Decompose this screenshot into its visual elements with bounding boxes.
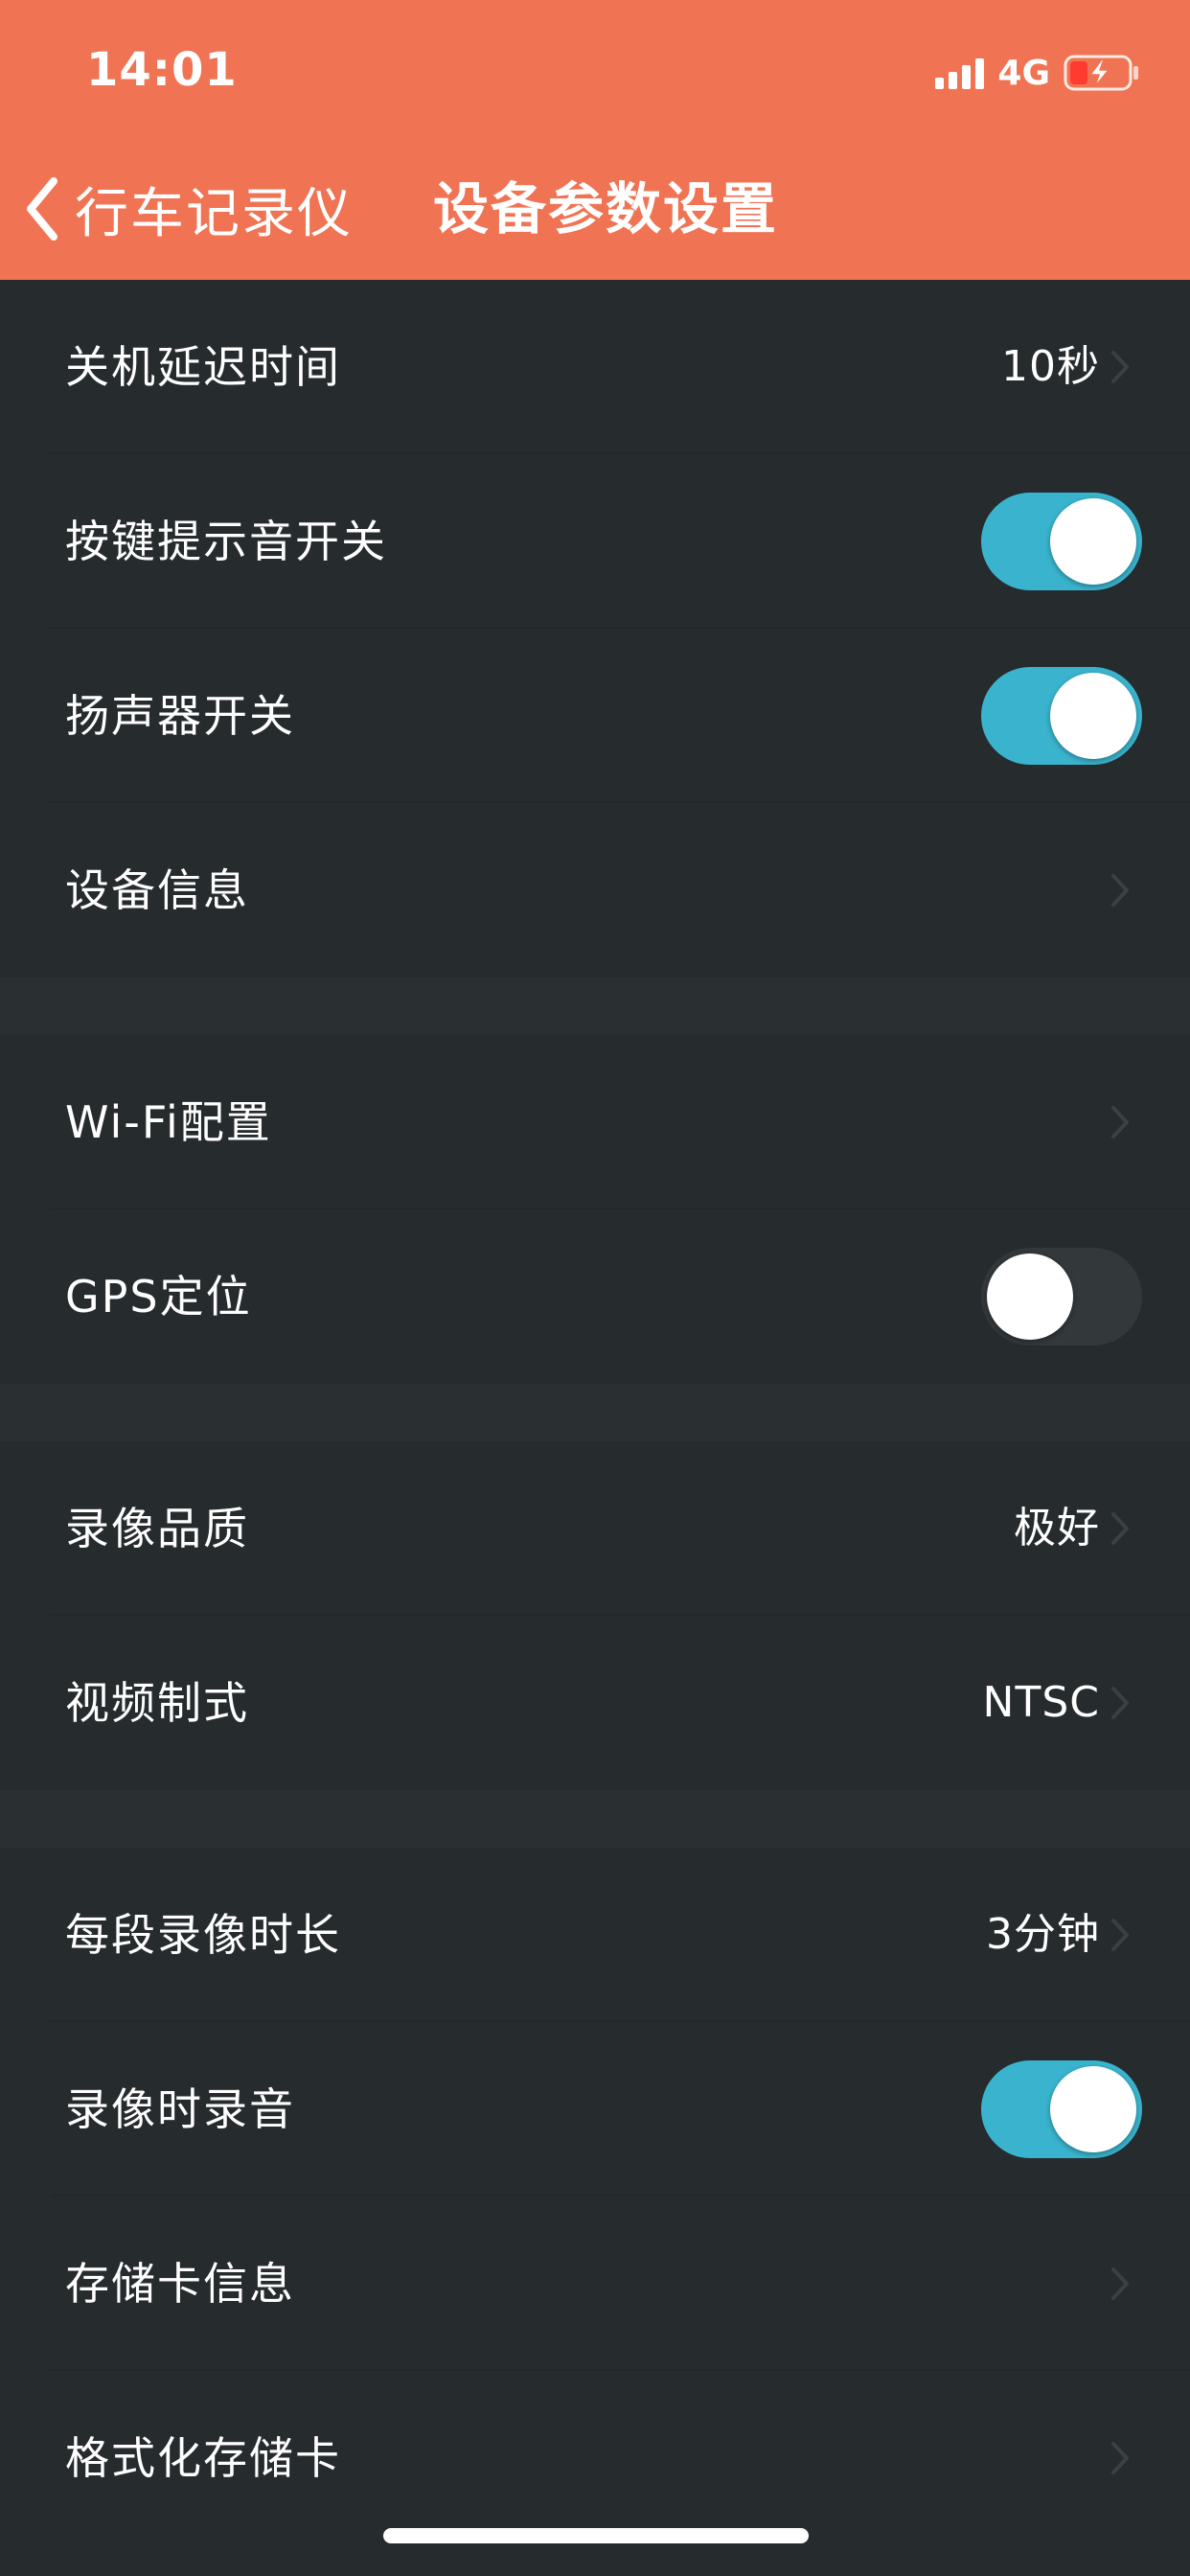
network-type-label: 4G [997,53,1050,93]
speaker-toggle[interactable] [981,667,1142,765]
setting-wifi-config[interactable]: Wi-Fi配置 [0,1035,1190,1209]
chevron-right-icon [1110,1917,1131,1953]
chevron-right-icon [1110,2440,1131,2476]
chevron-right-icon [1110,2266,1131,2302]
group-separator [0,1384,1190,1441]
setting-video-standard[interactable]: 视频制式 NTSC [0,1616,1190,1790]
key-tone-toggle[interactable] [981,493,1142,590]
setting-shutdown-delay[interactable]: 关机延迟时间 10秒 [0,280,1190,454]
back-label: 行车记录仪 [75,182,353,245]
setting-label: 关机延迟时间 [65,341,341,393]
setting-label: 格式化存储卡 [65,2432,341,2484]
home-indicator[interactable] [383,2528,809,2543]
gps-toggle[interactable] [981,1248,1142,1346]
setting-label: 设备信息 [65,864,249,916]
back-button[interactable]: 行车记录仪 [23,171,353,247]
setting-value: 3分钟 [986,1910,1100,1959]
setting-sd-card-info[interactable]: 存储卡信息 [0,2196,1190,2371]
setting-segment-duration[interactable]: 每段录像时长 3分钟 [0,1848,1190,2022]
setting-label: 按键提示音开关 [65,516,387,567]
chevron-right-icon [1110,349,1131,385]
setting-value: NTSC [982,1678,1100,1727]
chevron-right-icon [1110,1685,1131,1721]
settings-list: 关机延迟时间 10秒 按键提示音开关 扬声器开关 设备信息 Wi-Fi配置 GP… [0,280,1190,2545]
navigation-bar: 行车记录仪 设备参数设置 [0,144,1190,280]
group-separator [0,978,1190,1035]
setting-label: 每段录像时长 [65,1909,341,1961]
setting-video-quality[interactable]: 录像品质 极好 [0,1441,1190,1616]
page-title: 设备参数设置 [433,176,779,242]
setting-label: Wi-Fi配置 [65,1096,272,1148]
cellular-signal-icon [935,57,985,89]
group-separator [0,1790,1190,1848]
toggle-knob [1050,673,1136,759]
setting-label: 扬声器开关 [65,690,295,742]
setting-format-sd-card[interactable]: 格式化存储卡 [0,2371,1190,2545]
setting-record-audio: 录像时录音 [0,2022,1190,2196]
toggle-knob [1050,498,1136,585]
status-indicators: 4G [935,50,1140,96]
record-audio-toggle[interactable] [981,2060,1142,2158]
setting-label: GPS定位 [65,1271,252,1322]
setting-value: 10秒 [1001,342,1100,391]
toggle-knob [987,1254,1073,1340]
chevron-right-icon [1110,1510,1131,1547]
setting-label: 录像品质 [65,1503,249,1554]
toggle-knob [1050,2066,1136,2152]
setting-label: 视频制式 [65,1677,249,1729]
setting-value: 极好 [1014,1504,1100,1552]
setting-label: 录像时录音 [65,2083,295,2135]
setting-device-info[interactable]: 设备信息 [0,803,1190,978]
setting-gps: GPS定位 [0,1209,1190,1384]
header: 14:01 4G 行车记录仪 设备参数设置 [0,0,1190,280]
screen: 14:01 4G 行车记录仪 设备参数设置 关机延迟时间 10秒 按键提示音开关… [0,0,1190,2576]
battery-charging-icon [1064,54,1140,92]
setting-key-tone: 按键提示音开关 [0,454,1190,629]
chevron-right-icon [1110,872,1131,908]
chevron-right-icon [1110,1104,1131,1140]
setting-label: 存储卡信息 [65,2258,295,2310]
status-bar: 14:01 4G [0,0,1190,144]
setting-speaker: 扬声器开关 [0,629,1190,803]
status-time: 14:01 [86,43,238,97]
chevron-left-icon [23,175,61,242]
